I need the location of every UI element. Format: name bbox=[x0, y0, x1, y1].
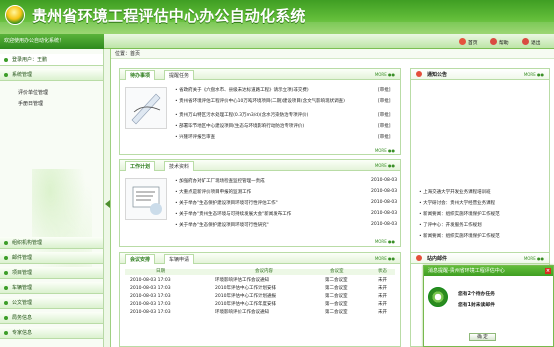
table-row[interactable]: 2010-08-03 17:03 2010年评估中心工作计划通报 第二会议室 未开 bbox=[125, 294, 395, 300]
sidebar: 登录用户：王鹏 系统管理 评价单位管理 手册日管理 组织机构管理 邮件管理 项目… bbox=[0, 49, 104, 347]
login-user-label: 登录用户：王鹏 bbox=[0, 54, 103, 66]
plan-date-4: 2010-08-03 bbox=[371, 211, 398, 216]
sidebar-item-system[interactable]: 系统管理 bbox=[0, 69, 103, 81]
popup-title: 消息提醒-贵州省环境工程评估中心 bbox=[424, 266, 553, 276]
app-title: 贵州省环境工程评估中心办公自动化系统 bbox=[32, 7, 306, 25]
tab-meetings[interactable]: 会议安排 bbox=[125, 254, 156, 264]
more-meeting-link[interactable]: MORE ●● bbox=[375, 256, 395, 261]
plan-date-5: 2010-08-03 bbox=[371, 222, 398, 227]
sidebar-item-mail[interactable]: 邮件管理 bbox=[0, 252, 103, 264]
todo-panel: 待办事项提醒任务 MORE ●● 省政府关于《六盘水市、县级未达标道路工程》请示立… bbox=[119, 68, 401, 155]
popup-mail-line: 您有1封未读邮件 bbox=[458, 303, 495, 308]
tree-item-evaluation-unit[interactable]: 评价单位管理 bbox=[18, 89, 48, 96]
plan-item-1[interactable]: 加强府办对矿工厂现场检查监控管理一责成 bbox=[175, 178, 265, 185]
popup-task-line: 您有2个待办任务 bbox=[458, 292, 495, 297]
meeting-tabs: 会议安排 车辆申请 MORE ●● bbox=[120, 253, 400, 264]
todo-tabs: 待办事项 提醒任务 MORE ●● bbox=[120, 69, 400, 80]
help-button[interactable]: 帮助 bbox=[490, 38, 509, 46]
plan-date-2: 2010-08-03 bbox=[371, 189, 398, 194]
confirm-button[interactable]: 确 定 bbox=[469, 333, 496, 341]
top-menu-bar: 欢迎使用办公自动化系统！ 首页 帮助 退出 bbox=[0, 34, 554, 49]
todo-status-1: [审批] bbox=[378, 88, 391, 93]
todo-status-4: [审批] bbox=[378, 124, 391, 129]
sidebar-item-project[interactable]: 项目管理 bbox=[0, 267, 103, 279]
exit-icon bbox=[522, 38, 529, 45]
plan-item-3[interactable]: 关于举办"生态保护建设项目环境可行性评估工作" bbox=[175, 200, 278, 207]
sidebar-toggle-handle[interactable] bbox=[104, 49, 111, 347]
todo-item-4[interactable]: 部署毕节地区中心建设项目(生态与环境影响行动防治专项评价) bbox=[175, 123, 304, 130]
todo-item-3[interactable]: 贵州万山特区污水处理工程(0.3万m3/d)(含水污染防治专项评价) bbox=[175, 112, 308, 119]
todo-item-2[interactable]: 贵州省环境评估工程评价中心10万吨环境项目(二期)建设项目(含文气影响现状调查) bbox=[175, 98, 345, 105]
bulletin-item-4[interactable]: 了评中心：开发服务工作规划 bbox=[419, 222, 482, 229]
logo bbox=[5, 5, 25, 25]
bulletin-item-1[interactable]: 上海交通大学开发业务课程培训班 bbox=[419, 189, 491, 196]
collapse-arrow-icon bbox=[105, 200, 110, 208]
table-row[interactable]: 2010-08-03 17:03 环境影响评估工作会议通知 第二会议室 未开 bbox=[125, 278, 395, 284]
bulletin-header: 通知公告 MORE ●● bbox=[411, 69, 549, 80]
bulletin-item-3[interactable]: 新闻要闻：组织实施环境保护工作规范 bbox=[419, 211, 500, 218]
sidebar-item-organization[interactable]: 组织机构管理 bbox=[0, 237, 103, 249]
table-row[interactable]: 2010-08-03 17:03 2010年评估中心工作计划安排 第二会议室 未开 bbox=[125, 286, 395, 292]
bulletin-item-2[interactable]: 大学研讨会：贵州大学经营业务课程 bbox=[419, 200, 495, 207]
notification-icon bbox=[428, 287, 448, 307]
todo-item-5[interactable]: 兴隆环评报告审查 bbox=[175, 134, 215, 141]
welcome-text: 欢迎使用办公自动化系统！ bbox=[0, 34, 104, 49]
breadcrumb: 位置：首页 bbox=[111, 49, 554, 59]
todo-more-dots[interactable]: MORE ●● bbox=[375, 148, 395, 153]
bulletin-icon bbox=[416, 71, 422, 77]
bulletin-title: 通知公告 bbox=[427, 72, 448, 78]
meeting-table-header: 日期 会议内容 会议室 状态 bbox=[125, 269, 395, 275]
plan-date-1: 2010-08-03 bbox=[371, 178, 398, 183]
more-plan-link[interactable]: MORE ●● bbox=[375, 163, 395, 168]
plan-item-5[interactable]: 关于举办"生态保护建设项目环境可行性研究" bbox=[175, 222, 269, 229]
todo-status-3: [审批] bbox=[378, 113, 391, 118]
more-mail-link[interactable]: MORE ●● bbox=[524, 256, 544, 261]
tab-remind[interactable]: 提醒任务 bbox=[164, 70, 195, 80]
mail-title: 站内邮件 bbox=[427, 256, 448, 262]
sidebar-item-vehicle[interactable]: 车辆管理 bbox=[0, 282, 103, 294]
bulletin-item-5[interactable]: 新闻要闻：组织实施环境保护工作规范 bbox=[419, 233, 500, 240]
home-icon bbox=[459, 38, 466, 45]
meeting-panel: 会议安排 车辆申请 MORE ●● 日期 会议内容 会议室 状态 2010-08-03 1… bbox=[119, 252, 401, 347]
tab-work-plan[interactable]: 工作计划 bbox=[125, 161, 156, 171]
home-button[interactable]: 首页 bbox=[459, 38, 478, 46]
message-popup: 消息提醒-贵州省环境工程评估中心 × 您有2个待办任务 您有1封未读邮件 确 定 bbox=[423, 265, 554, 347]
sidebar-item-bureau-info[interactable]: 局务信息 bbox=[0, 312, 103, 324]
document-image bbox=[125, 178, 167, 220]
tree-item-manual[interactable]: 手册日管理 bbox=[18, 100, 43, 107]
bulletin-panel: 通知公告 MORE ●● 上海交通大学开发业务课程培训班 大学研讨会：贵州大学经营… bbox=[410, 68, 550, 253]
help-icon bbox=[490, 38, 497, 45]
plan-panel: 工作计划技术资料 MORE ●● 加强府办对矿工厂现场检查监控管理一责成 2010-… bbox=[119, 159, 401, 247]
exit-button[interactable]: 退出 bbox=[522, 38, 541, 46]
plan-date-3: 2010-08-03 bbox=[371, 200, 398, 205]
close-icon[interactable]: × bbox=[545, 268, 551, 274]
todo-status-2: [审批] bbox=[378, 99, 391, 104]
plan-item-4[interactable]: 关于举办"贵州生态环境与可持续发展大会"新闻发布工作 bbox=[175, 211, 291, 218]
mail-icon bbox=[416, 255, 422, 261]
app-header: 贵州省环境工程评估中心办公自动化系统 bbox=[0, 0, 554, 34]
plan-tabs: 工作计划 技术资料 MORE ●● bbox=[120, 160, 400, 171]
mail-header: 站内邮件 MORE ●● bbox=[411, 253, 549, 264]
tab-todo[interactable]: 待办事项 bbox=[125, 70, 156, 80]
sidebar-item-document[interactable]: 公文管理 bbox=[0, 297, 103, 309]
todo-status-5: [审批] bbox=[378, 135, 391, 140]
more-bulletin-link[interactable]: MORE ●● bbox=[524, 72, 544, 77]
pen-paper-image bbox=[125, 87, 167, 129]
table-row[interactable]: 2010-08-03 17:03 环境影响评价工作会议通知 第二会议室 未开 bbox=[125, 310, 395, 316]
plan-item-2[interactable]: 大重点是新评价项目申报的监测工作 bbox=[175, 189, 251, 196]
todo-item-1[interactable]: 省政府关于《六盘水市、县级未达标道路工程》请示立项(非交费) bbox=[175, 87, 309, 94]
table-row[interactable]: 2010-08-03 17:03 2010年评估中心工作年度安排 第一会议室 未开 bbox=[125, 302, 395, 308]
tab-tech-docs[interactable]: 技术资料 bbox=[164, 161, 195, 171]
tab-vehicle-apply[interactable]: 车辆申请 bbox=[164, 254, 195, 264]
sidebar-item-expert-info[interactable]: 专家信息 bbox=[0, 327, 103, 339]
plan-more-dots[interactable]: MORE ●● bbox=[375, 239, 395, 244]
more-todo-link[interactable]: MORE ●● bbox=[375, 72, 395, 77]
